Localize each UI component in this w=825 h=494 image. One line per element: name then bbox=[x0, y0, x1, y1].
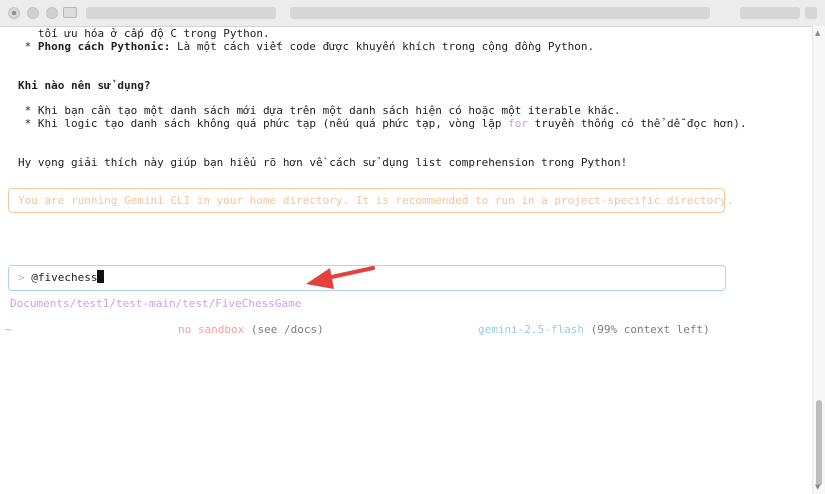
annotation-arrow-icon bbox=[306, 266, 375, 289]
